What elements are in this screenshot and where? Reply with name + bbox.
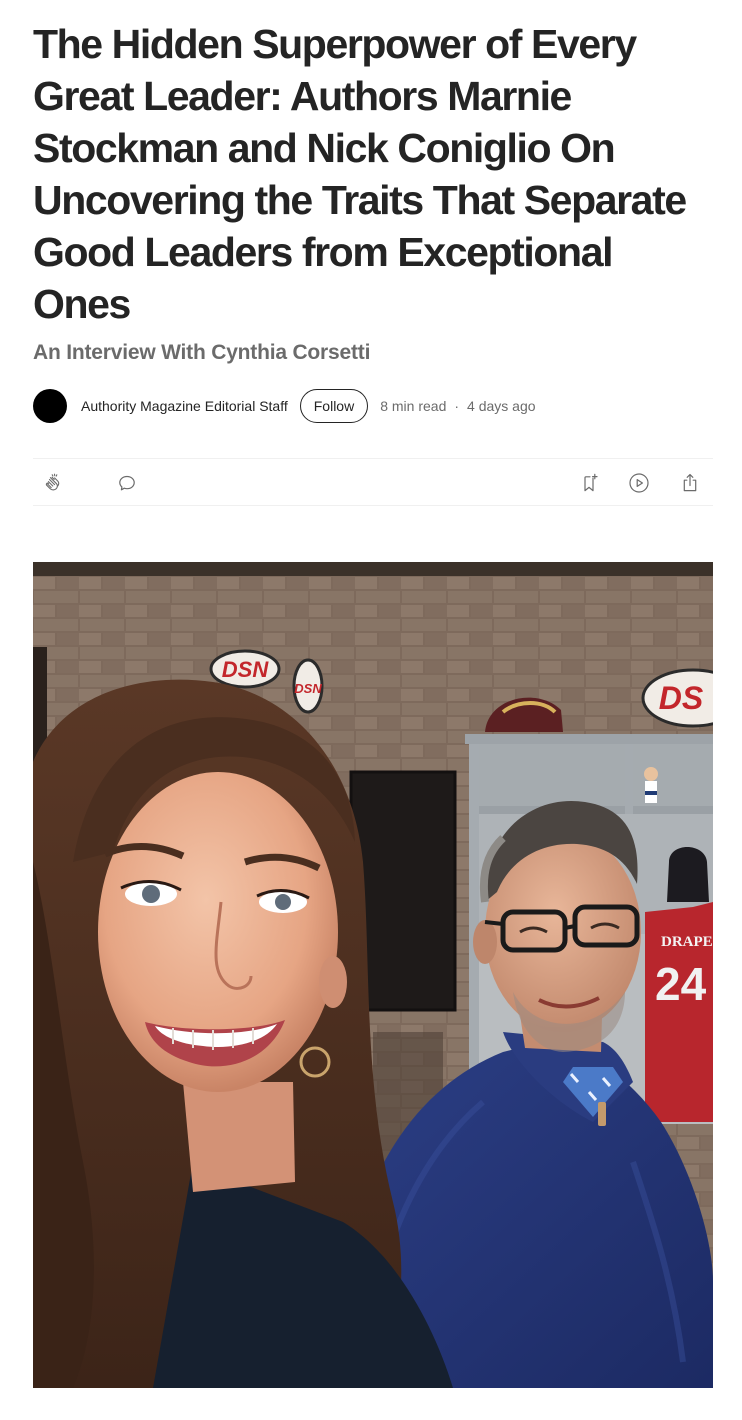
author-name[interactable]: Authority Magazine Editorial Staff [81,398,288,414]
byline: Authority Magazine Editorial Staff Follo… [33,388,536,424]
sign-dsn-2: DSN [292,658,324,714]
sign-dsn-1: DSN [209,649,281,689]
play-icon[interactable] [627,471,651,495]
sign-dsn-1-text: DSN [222,657,270,682]
clap-icon[interactable] [41,471,65,495]
author-avatar[interactable] [33,389,67,423]
article-title: The Hidden Superpower of Every Great Lea… [33,21,687,327]
comment-icon[interactable] [115,471,139,495]
follow-button[interactable]: Follow [299,389,369,423]
published-date: 4 days ago [467,398,536,414]
bookmark-add-icon[interactable] [577,471,601,495]
jersey-name: DRAPE [661,934,713,950]
read-time: 8 min read [380,398,447,414]
hero-photo: DSN DSN DS DRAPE 24 [33,562,713,1388]
share-icon[interactable] [678,471,702,495]
article-subtitle: An Interview With Cynthia Corsetti [33,341,371,364]
sign-ds-text: DS [659,680,704,716]
action-bar [33,458,713,506]
meta-separator: · [454,398,460,414]
hero-image: DSN DSN DS DRAPE 24 [33,562,713,1388]
article: The Hidden Superpower of Every Great Lea… [33,0,713,506]
sign-dsn-2-text: DSN [294,681,322,696]
jersey-number: 24 [655,958,707,1010]
